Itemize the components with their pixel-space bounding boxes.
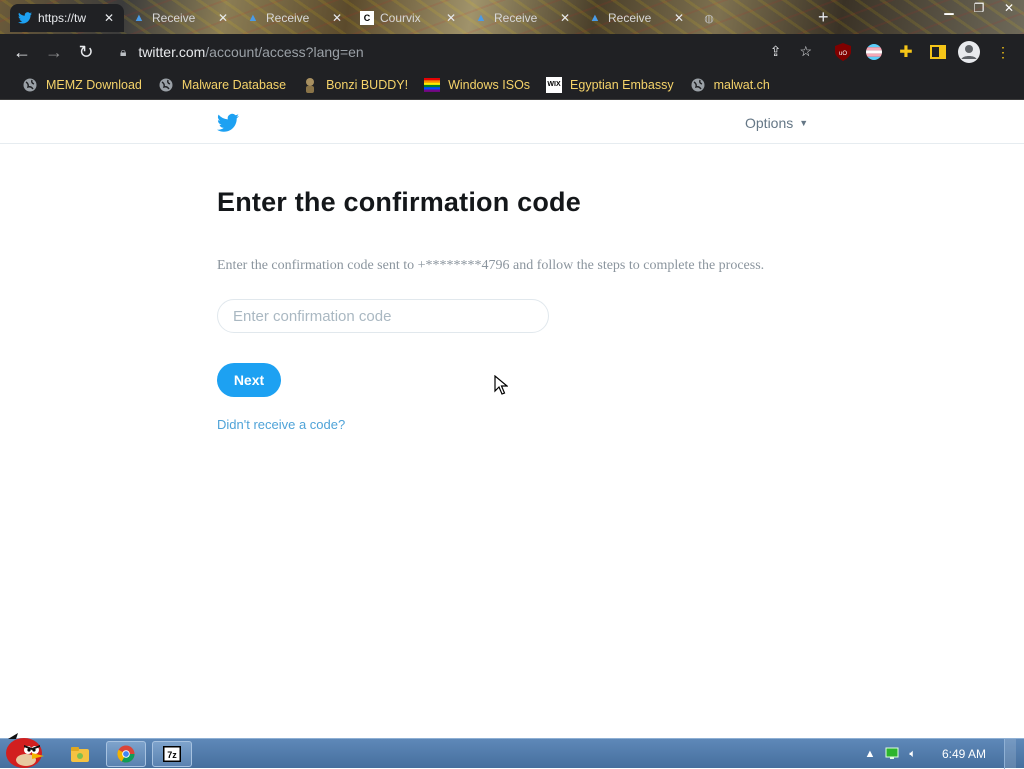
globe-icon (690, 77, 706, 93)
close-icon[interactable]: ✕ (674, 11, 686, 25)
tab-title: Receive (608, 11, 652, 25)
close-icon[interactable]: ✕ (560, 11, 572, 25)
tab-title: Receive (266, 11, 310, 25)
volume-icon[interactable]: 🔈︎ (909, 748, 916, 761)
bookmark-egyptian-embassy[interactable]: WIX Egyptian Embassy (538, 72, 682, 98)
twitter-logo-icon[interactable] (217, 113, 239, 133)
page-title: Enter the confirmation code (217, 187, 581, 217)
omnibox-actions: ⇪ ☆ (770, 43, 812, 60)
url-path: /account/access?lang=en (205, 44, 364, 60)
bonzi-icon (302, 77, 318, 93)
globe-icon (22, 77, 38, 93)
trans-flag-icon[interactable] (863, 41, 885, 63)
mouse-cursor-icon (494, 375, 508, 395)
tab-title: Receive (152, 11, 196, 25)
chrome-taskbar-icon[interactable] (106, 741, 146, 767)
forward-icon[interactable]: → (38, 36, 70, 68)
wix-icon: WIX (546, 76, 563, 93)
bookmark-label: Malware Database (181, 77, 287, 92)
alert-triangle-icon: ▲ (589, 12, 601, 24)
tab-loading[interactable]: ◍ (694, 4, 734, 32)
globe-icon: ◍ (704, 12, 714, 25)
svg-text:uO: uO (839, 51, 847, 57)
address-bar[interactable]: 🔒︎ twitter.com/account/access?lang=en ⇪ … (108, 37, 826, 67)
tab-receive-3[interactable]: ▲ Receive ✕ (466, 4, 580, 32)
bookmark-label: Egyptian Embassy (570, 77, 674, 92)
share-icon[interactable]: ⇪ (770, 43, 782, 60)
clock[interactable]: 6:49 AM (942, 747, 986, 761)
reload-icon[interactable]: ↻ (70, 36, 102, 68)
window-controls: ▁ ❐ ✕ (934, 0, 1024, 18)
globe-icon (158, 77, 174, 93)
tab-title: https://tw (38, 11, 87, 25)
close-icon[interactable]: ✕ (332, 11, 344, 25)
ublock-icon[interactable]: uO (832, 41, 854, 63)
minimize-icon[interactable]: ▁ (934, 0, 964, 18)
alert-triangle-icon: ▲ (247, 12, 259, 24)
show-hidden-icons-icon[interactable]: ▲ (864, 748, 875, 760)
instructions-text: Enter the confirmation code sent to +***… (217, 258, 765, 273)
resend-code-link[interactable]: Didn't receive a code? (217, 417, 345, 432)
bookmark-malware-database[interactable]: Malware Database (150, 72, 294, 98)
page-viewport: Options ▼ Enter the confirmation code En… (0, 101, 1024, 738)
close-icon[interactable]: ✕ (104, 11, 116, 25)
bookmark-windows-isos[interactable]: Windows ISOs (416, 72, 538, 98)
tab-twitter[interactable]: https://tw ✕ (10, 4, 124, 32)
bookmark-malwatch[interactable]: malwat.ch (682, 72, 778, 98)
show-desktop-button[interactable] (1004, 739, 1016, 769)
close-icon[interactable]: ✕ (218, 11, 230, 25)
options-dropdown[interactable]: Options ▼ (745, 115, 808, 131)
bookmark-label: Bonzi BUDDY! (326, 77, 409, 92)
network-icon[interactable] (885, 747, 899, 762)
menu-kebab-icon[interactable]: ⋮ (992, 41, 1014, 63)
confirmation-code-input[interactable] (217, 299, 549, 333)
url-host: twitter.com (138, 44, 206, 60)
bookmark-memz[interactable]: MEMZ Download (14, 72, 150, 98)
tab-title: Receive (494, 11, 538, 25)
explorer-taskbar-icon[interactable] (60, 741, 100, 767)
bookmark-bonzi-buddy[interactable]: Bonzi BUDDY! (294, 72, 416, 98)
bookmarks-bar: MEMZ Download Malware Database Bonzi BUD… (0, 70, 1024, 100)
profile-avatar-icon[interactable] (958, 41, 980, 63)
angry-bird-start-icon[interactable] (2, 729, 50, 769)
square-icon: C (360, 11, 374, 25)
sidepanel-icon[interactable] (927, 41, 949, 63)
tab-receive-2[interactable]: ▲ Receive ✕ (238, 4, 352, 32)
alert-triangle-icon: ▲ (475, 12, 487, 24)
caret-down-icon: ▼ (799, 118, 809, 128)
back-icon[interactable]: ← (6, 36, 38, 68)
star-icon[interactable]: ☆ (799, 43, 812, 60)
maximize-icon[interactable]: ❐ (964, 0, 994, 18)
new-tab-icon[interactable]: + (818, 7, 829, 28)
tab-title: Courvix (380, 11, 421, 25)
bookmark-label: MEMZ Download (46, 77, 142, 92)
bookmark-label: Windows ISOs (448, 77, 531, 92)
tab-receive-1[interactable]: ▲ Receive ✕ (124, 4, 238, 32)
rainbow-flag-icon (424, 77, 441, 93)
next-button[interactable]: Next (217, 363, 281, 397)
alert-triangle-icon: ▲ (133, 12, 145, 24)
browser-toolbar: ← → ↻ 🔒︎ twitter.com/account/access?lang… (0, 34, 1024, 70)
tab-receive-4[interactable]: ▲ Receive ✕ (580, 4, 694, 32)
bookmark-label: malwat.ch (713, 77, 770, 92)
7zip-taskbar-icon[interactable]: 7z (152, 741, 192, 767)
close-window-icon[interactable]: ✕ (994, 0, 1024, 18)
puzzle-icon[interactable]: ✚ (895, 41, 917, 63)
taskbar: 7z ▲ 🔈︎ 6:49 AM (0, 733, 1024, 769)
options-label: Options (745, 115, 794, 131)
twitter-icon (18, 11, 32, 25)
close-icon[interactable]: ✕ (446, 11, 458, 25)
tab-courvix[interactable]: C Courvix ✕ (352, 4, 466, 32)
system-tray: ▲ 🔈︎ 6:49 AM (864, 739, 1024, 769)
tab-strip: https://tw ✕ ▲ Receive ✕ ▲ Receive ✕ C C… (0, 0, 1024, 34)
site-header: Options ▼ (0, 101, 1024, 144)
svg-text:7z: 7z (167, 750, 177, 760)
lock-icon: 🔒︎ (120, 44, 127, 59)
